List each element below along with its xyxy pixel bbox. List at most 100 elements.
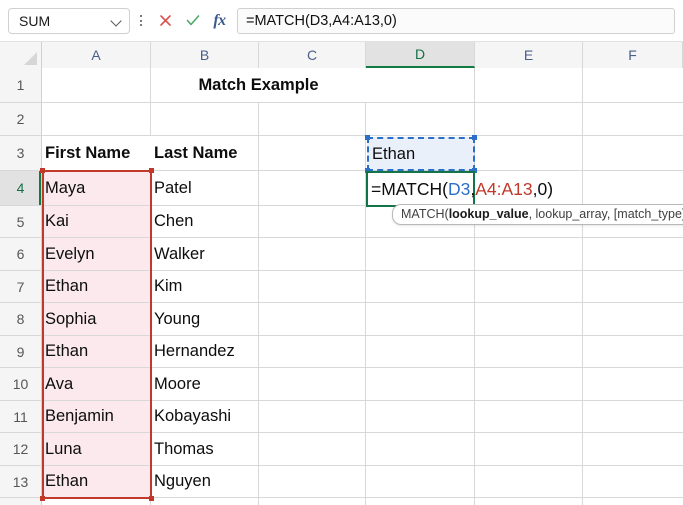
cell-a12[interactable]: Luna: [42, 433, 151, 466]
cell-c2[interactable]: [259, 103, 366, 136]
cell-a2[interactable]: [42, 103, 151, 136]
cell-d2[interactable]: [366, 103, 475, 136]
cell-b11[interactable]: Kobayashi: [151, 401, 259, 433]
cell-e10[interactable]: [475, 368, 583, 401]
cell-b14[interactable]: [151, 498, 259, 505]
column-header-d[interactable]: D: [366, 42, 475, 68]
cell-d8[interactable]: [366, 303, 475, 336]
cell-f12[interactable]: [583, 433, 683, 466]
cell-c12[interactable]: [259, 433, 366, 466]
cell-e8[interactable]: [475, 303, 583, 336]
column-header-e[interactable]: E: [475, 42, 583, 68]
cell-e3[interactable]: [475, 136, 583, 171]
cell-c3[interactable]: [259, 136, 366, 171]
cell-f3[interactable]: [583, 136, 683, 171]
cell-d9[interactable]: [366, 336, 475, 368]
cell-d12[interactable]: [366, 433, 475, 466]
cell-f11[interactable]: [583, 401, 683, 433]
cancel-x-icon[interactable]: [152, 8, 179, 34]
cell-c11[interactable]: [259, 401, 366, 433]
cell-b9[interactable]: Hernandez: [151, 336, 259, 368]
cell-e2[interactable]: [475, 103, 583, 136]
cell-b2[interactable]: [151, 103, 259, 136]
cell-f6[interactable]: [583, 238, 683, 271]
cell-f13[interactable]: [583, 466, 683, 498]
column-header-a[interactable]: A: [42, 42, 151, 68]
cell-a13[interactable]: Ethan: [42, 466, 151, 498]
select-all-corner[interactable]: [0, 42, 42, 68]
row-header-7[interactable]: 7: [0, 271, 42, 303]
cell-a9[interactable]: Ethan: [42, 336, 151, 368]
column-header-f[interactable]: F: [583, 42, 683, 68]
cell-e1[interactable]: [475, 68, 583, 103]
cell-a6[interactable]: Evelyn: [42, 238, 151, 271]
cell-f2[interactable]: [583, 103, 683, 136]
row-header-10[interactable]: 10: [0, 368, 42, 401]
confirm-check-icon[interactable]: [179, 8, 206, 34]
cell-f7[interactable]: [583, 271, 683, 303]
cell-b6[interactable]: Walker: [151, 238, 259, 271]
row-header-5[interactable]: 5: [0, 206, 42, 238]
cell-c7[interactable]: [259, 271, 366, 303]
cell-e7[interactable]: [475, 271, 583, 303]
insert-function-icon[interactable]: fx: [206, 8, 233, 34]
cell-f9[interactable]: [583, 336, 683, 368]
cell-e13[interactable]: [475, 466, 583, 498]
cell-a1[interactable]: [42, 68, 151, 103]
cell-d6[interactable]: [366, 238, 475, 271]
row-header-2[interactable]: 2: [0, 103, 42, 136]
spreadsheet-grid[interactable]: A B C D E F 1 2 3 4 5 6 7 8 9 10 11 12 1…: [0, 42, 683, 505]
more-options-icon[interactable]: [133, 8, 149, 34]
row-header-11[interactable]: 11: [0, 401, 42, 433]
cell-c8[interactable]: [259, 303, 366, 336]
column-header-c[interactable]: C: [259, 42, 366, 68]
cell-a11[interactable]: Benjamin: [42, 401, 151, 433]
cell-d1[interactable]: [366, 68, 475, 103]
cell-c10[interactable]: [259, 368, 366, 401]
cell-c14[interactable]: [259, 498, 366, 505]
cell-e12[interactable]: [475, 433, 583, 466]
cell-e11[interactable]: [475, 401, 583, 433]
cell-a10[interactable]: Ava: [42, 368, 151, 401]
row-header-14[interactable]: 14: [0, 498, 42, 505]
cell-d11[interactable]: [366, 401, 475, 433]
cell-f1[interactable]: [583, 68, 683, 103]
cell-d13[interactable]: [366, 466, 475, 498]
cell-b3-last-name-header[interactable]: Last Name: [151, 136, 259, 171]
cell-b13[interactable]: Nguyen: [151, 466, 259, 498]
cell-c4[interactable]: [259, 171, 366, 206]
cell-b4[interactable]: Patel: [151, 171, 259, 206]
cell-a8[interactable]: Sophia: [42, 303, 151, 336]
name-box[interactable]: SUM: [8, 7, 130, 34]
column-header-b[interactable]: B: [151, 42, 259, 68]
row-header-4[interactable]: 4: [0, 171, 42, 206]
cell-a5[interactable]: Kai: [42, 206, 151, 238]
cell-b7[interactable]: Kim: [151, 271, 259, 303]
cell-c9[interactable]: [259, 336, 366, 368]
cell-a3-first-name-header[interactable]: First Name: [42, 136, 151, 171]
formula-input[interactable]: =MATCH(D3,A4:A13,0): [237, 7, 675, 34]
cell-f14[interactable]: [583, 498, 683, 505]
cell-d10[interactable]: [366, 368, 475, 401]
cell-c13[interactable]: [259, 466, 366, 498]
cell-c5[interactable]: [259, 206, 366, 238]
chevron-down-icon[interactable]: [111, 15, 123, 27]
cell-b10[interactable]: Moore: [151, 368, 259, 401]
cell-b5[interactable]: Chen: [151, 206, 259, 238]
cell-e6[interactable]: [475, 238, 583, 271]
row-header-12[interactable]: 12: [0, 433, 42, 466]
cell-f10[interactable]: [583, 368, 683, 401]
cell-a14[interactable]: [42, 498, 151, 505]
row-header-8[interactable]: 8: [0, 303, 42, 336]
cell-b12[interactable]: Thomas: [151, 433, 259, 466]
row-header-6[interactable]: 6: [0, 238, 42, 271]
row-header-13[interactable]: 13: [0, 466, 42, 498]
cell-a7[interactable]: Ethan: [42, 271, 151, 303]
cell-d7[interactable]: [366, 271, 475, 303]
row-header-3[interactable]: 3: [0, 136, 42, 171]
row-header-1[interactable]: 1: [0, 68, 42, 103]
cell-b8[interactable]: Young: [151, 303, 259, 336]
cell-c6[interactable]: [259, 238, 366, 271]
cell-d3-lookup-value[interactable]: [366, 136, 475, 171]
cell-a4[interactable]: Maya: [42, 171, 151, 206]
